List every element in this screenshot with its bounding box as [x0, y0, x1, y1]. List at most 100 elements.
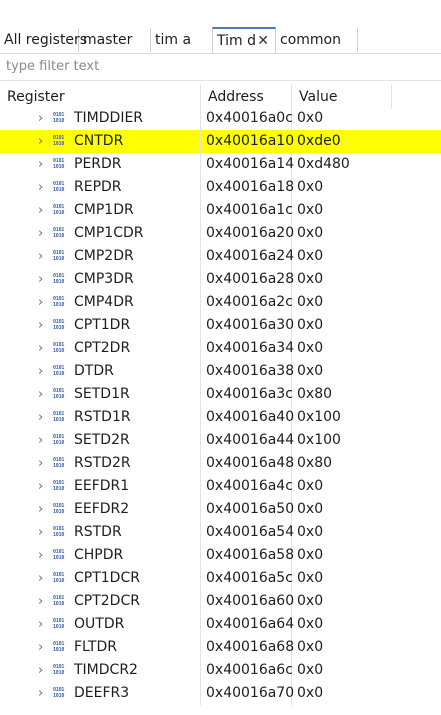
value-cell[interactable]: 0x100 [292, 429, 392, 452]
table-row[interactable]: › 0101 1010 CMP4DR 0x40016a2c 0x0 [0, 291, 441, 314]
chevron-right-icon[interactable]: › [38, 360, 43, 383]
tab-tim-d[interactable]: Tim d ✕ [212, 27, 276, 53]
register-name: TIMDDIER [74, 110, 144, 126]
table-row[interactable]: › 0101 1010 CMP1DR 0x40016a1c 0x0 [0, 199, 441, 222]
table-row[interactable]: › 0101 1010 FLTDR 0x40016a68 0x0 [0, 636, 441, 659]
close-icon[interactable]: ✕ [257, 29, 269, 53]
table-row[interactable]: › 0101 1010 CMP3DR 0x40016a28 0x0 [0, 268, 441, 291]
value-cell[interactable]: 0x80 [292, 452, 392, 475]
value-cell[interactable]: 0x0 [292, 544, 392, 567]
chevron-right-icon[interactable]: › [38, 659, 43, 682]
table-row[interactable]: › 0101 1010 TIMDDIER 0x40016a0c 0x0 [0, 107, 441, 130]
chevron-right-icon[interactable]: › [38, 475, 43, 498]
chevron-right-icon[interactable]: › [38, 245, 43, 268]
table-row[interactable]: › 0101 1010 DTDR 0x40016a38 0x0 [0, 360, 441, 383]
table-row[interactable]: › 0101 1010 OUTDR 0x40016a64 0x0 [0, 613, 441, 636]
value-cell[interactable]: 0x0 [292, 176, 392, 199]
binary-register-icon: 0101 1010 [53, 618, 65, 630]
register-cell: › 0101 1010 CMP1CDR [0, 222, 201, 245]
table-row[interactable]: › 0101 1010 CPT2DCR 0x40016a60 0x0 [0, 590, 441, 613]
chevron-right-icon[interactable]: › [38, 452, 43, 475]
chevron-right-icon[interactable]: › [38, 406, 43, 429]
register-cell: › 0101 1010 REPDR [0, 176, 201, 199]
chevron-right-icon[interactable]: › [38, 636, 43, 659]
chevron-right-icon[interactable]: › [38, 429, 43, 452]
chevron-right-icon[interactable]: › [38, 544, 43, 567]
address-cell: 0x40016a14 [201, 153, 294, 176]
chevron-right-icon[interactable]: › [38, 314, 43, 337]
value-cell[interactable]: 0x0 [292, 590, 392, 613]
table-row[interactable]: › 0101 1010 REPDR 0x40016a18 0x0 [0, 176, 441, 199]
chevron-right-icon[interactable]: › [38, 590, 43, 613]
value-cell[interactable]: 0x0 [292, 291, 392, 314]
value-cell[interactable]: 0x0 [292, 659, 392, 682]
value-cell[interactable]: 0x0 [292, 337, 392, 360]
table-row[interactable]: › 0101 1010 CNTDR 0x40016a10 0xde0 [0, 130, 441, 153]
chevron-right-icon[interactable]: › [38, 268, 43, 291]
table-row[interactable]: › 0101 1010 RSTD1R 0x40016a40 0x100 [0, 406, 441, 429]
address-cell: 0x40016a48 [201, 452, 294, 475]
table-row[interactable]: › 0101 1010 TIMDCR2 0x40016a6c 0x0 [0, 659, 441, 682]
value-cell[interactable]: 0x0 [292, 222, 392, 245]
chevron-right-icon[interactable]: › [38, 130, 43, 153]
value-cell[interactable]: 0x0 [292, 107, 392, 130]
value-cell[interactable]: 0x0 [292, 521, 392, 544]
table-row[interactable]: › 0101 1010 CMP2DR 0x40016a24 0x0 [0, 245, 441, 268]
table-row[interactable]: › 0101 1010 CMP1CDR 0x40016a20 0x0 [0, 222, 441, 245]
value-cell[interactable]: 0x0 [292, 314, 392, 337]
value-cell[interactable]: 0x0 [292, 245, 392, 268]
value-cell[interactable]: 0x0 [292, 636, 392, 659]
table-row[interactable]: › 0101 1010 RSTDR 0x40016a54 0x0 [0, 521, 441, 544]
value-cell[interactable]: 0xde0 [292, 130, 392, 153]
table-row[interactable]: › 0101 1010 EEFDR1 0x40016a4c 0x0 [0, 475, 441, 498]
value-cell[interactable]: 0x0 [292, 475, 392, 498]
value-cell[interactable]: 0xd480 [292, 153, 392, 176]
chevron-right-icon[interactable]: › [38, 337, 43, 360]
table-row[interactable]: › 0101 1010 SETD2R 0x40016a44 0x100 [0, 429, 441, 452]
value-cell[interactable]: 0x0 [292, 268, 392, 291]
address-cell: 0x40016a3c [201, 383, 293, 406]
value-cell[interactable]: 0x100 [292, 406, 392, 429]
value-cell[interactable]: 0x0 [292, 567, 392, 590]
table-row[interactable]: › 0101 1010 DEEFR3 0x40016a70 0x0 [0, 682, 441, 705]
address-cell: 0x40016a30 [201, 314, 294, 337]
table-row[interactable]: › 0101 1010 RSTD2R 0x40016a48 0x80 [0, 452, 441, 475]
column-header-address[interactable]: Address [201, 85, 292, 109]
chevron-right-icon[interactable]: › [38, 153, 43, 176]
value-cell[interactable]: 0x0 [292, 613, 392, 636]
tab-all-registers[interactable]: All registers [0, 28, 87, 52]
table-row[interactable]: › 0101 1010 SETD1R 0x40016a3c 0x80 [0, 383, 441, 406]
chevron-right-icon[interactable]: › [38, 567, 43, 590]
table-row[interactable]: › 0101 1010 EEFDR2 0x40016a50 0x0 [0, 498, 441, 521]
register-cell: › 0101 1010 RSTDR [0, 521, 201, 544]
table-row[interactable]: › 0101 1010 CHPDR 0x40016a58 0x0 [0, 544, 441, 567]
filter-input[interactable] [6, 54, 436, 78]
value-cell[interactable]: 0x80 [292, 383, 392, 406]
table-row[interactable]: › 0101 1010 CPT2DR 0x40016a34 0x0 [0, 337, 441, 360]
tab-master[interactable]: master [79, 28, 151, 52]
value-cell[interactable]: 0x0 [292, 498, 392, 521]
value-cell[interactable]: 0x0 [292, 682, 392, 705]
chevron-right-icon[interactable]: › [38, 498, 43, 521]
column-header-register[interactable]: Register [0, 85, 201, 109]
register-name: SETD2R [74, 432, 130, 448]
chevron-right-icon[interactable]: › [38, 107, 43, 130]
chevron-right-icon[interactable]: › [38, 176, 43, 199]
chevron-right-icon[interactable]: › [38, 383, 43, 406]
address-cell: 0x40016a60 [201, 590, 294, 613]
chevron-right-icon[interactable]: › [38, 199, 43, 222]
chevron-right-icon[interactable]: › [38, 613, 43, 636]
tab-tim-a[interactable]: tim a [151, 28, 213, 52]
chevron-right-icon[interactable]: › [38, 682, 43, 705]
value-cell[interactable]: 0x0 [292, 199, 392, 222]
chevron-right-icon[interactable]: › [38, 521, 43, 544]
table-row[interactable]: › 0101 1010 CPT1DR 0x40016a30 0x0 [0, 314, 441, 337]
tab-common[interactable]: common [276, 28, 358, 52]
filter-bar [0, 54, 441, 81]
chevron-right-icon[interactable]: › [38, 291, 43, 314]
table-row[interactable]: › 0101 1010 PERDR 0x40016a14 0xd480 [0, 153, 441, 176]
value-cell[interactable]: 0x0 [292, 360, 392, 383]
chevron-right-icon[interactable]: › [38, 222, 43, 245]
column-header-value[interactable]: Value [292, 85, 392, 109]
table-row[interactable]: › 0101 1010 CPT1DCR 0x40016a5c 0x0 [0, 567, 441, 590]
